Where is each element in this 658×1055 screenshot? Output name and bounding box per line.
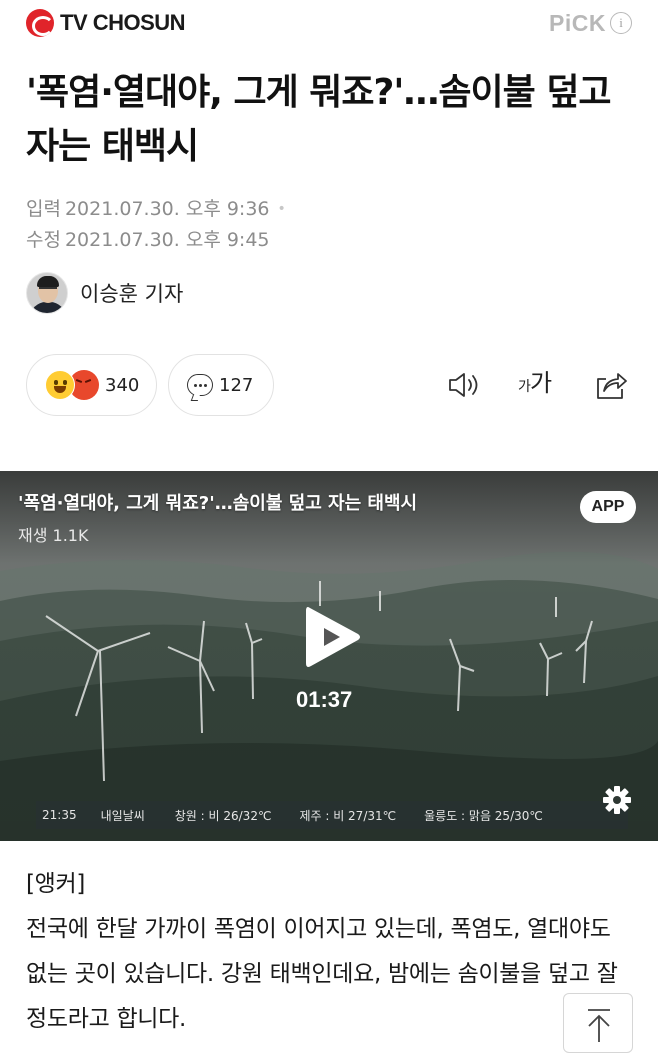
share-icon[interactable]: [594, 369, 628, 401]
smile-emoji-icon: [45, 370, 75, 400]
ticker-item: 제주 : 비 27/31℃: [299, 808, 397, 823]
reaction-button[interactable]: 340: [26, 354, 157, 416]
top-header: TV CHOSUN PiCK i: [0, 0, 658, 48]
tv-chosun-logo-icon: [26, 9, 54, 37]
modified-row: 수정 2021.07.30. 오후 9:45: [26, 225, 286, 256]
body-paragraph: 전국에 한달 가까이 폭염이 이어지고 있는데, 폭염도, 열대야도 없는 곳이…: [26, 916, 618, 1032]
comment-bubble-icon: [187, 374, 213, 396]
info-icon[interactable]: i: [610, 12, 632, 34]
published-row: 입력 2021.07.30. 오후 9:36 •: [26, 194, 286, 225]
video-views: 재생 1.1K: [18, 526, 89, 545]
font-small-glyph: 가: [518, 379, 531, 395]
ticker-label: 내일날씨: [100, 808, 145, 823]
article-body: [앵커] 전국에 한달 가까이 폭염이 이어지고 있는데, 폭염도, 열대야도 …: [26, 862, 638, 1042]
video-duration: 01:37: [296, 687, 353, 712]
reporter-info[interactable]: 이승훈 기자: [26, 272, 183, 314]
comment-count: 127: [219, 374, 254, 396]
separator-dot: •: [277, 201, 286, 217]
reporter-avatar: [26, 272, 68, 314]
anchor-tag: [앵커]: [26, 871, 86, 897]
scroll-top-button[interactable]: [563, 993, 633, 1053]
speaker-icon[interactable]: [447, 370, 483, 400]
ticker-item: 창원 : 비 26/32℃: [174, 808, 272, 823]
ticker-time: 21:35: [42, 808, 77, 822]
pick-label: PiCK: [549, 10, 606, 36]
gear-icon[interactable]: [600, 783, 634, 817]
comment-button[interactable]: 127: [168, 354, 274, 416]
font-big-glyph: 가: [530, 369, 553, 397]
published-date: 2021.07.30. 오후 9:36: [64, 198, 270, 220]
article-action-bar: 340 127 가 가: [26, 354, 632, 416]
brand-name: TV CHOSUN: [60, 10, 186, 35]
font-size-icon[interactable]: 가 가: [516, 368, 560, 402]
modified-label: 수정: [26, 229, 61, 251]
video-player[interactable]: '폭염·열대야, 그게 뭐죠?'…솜이불 덮고 자는 태백시 재생 1.1K A…: [0, 471, 658, 841]
reporter-name: 이승훈 기자: [80, 282, 184, 306]
brand-logo[interactable]: TV CHOSUN: [26, 9, 186, 37]
video-title: '폭염·열대야, 그게 뭐죠?'…솜이불 덮고 자는 태백시: [18, 493, 418, 514]
app-badge-button[interactable]: APP: [580, 491, 636, 523]
published-label: 입력: [26, 198, 61, 220]
play-icon[interactable]: [300, 602, 364, 672]
arrow-up-icon: [588, 1009, 610, 1042]
modified-date: 2021.07.30. 오후 9:45: [64, 229, 270, 251]
article-dates: 입력 2021.07.30. 오후 9:36 • 수정 2021.07.30. …: [26, 194, 286, 256]
article-title: '폭염·열대야, 그게 뭐죠?'…솜이불 덮고 자는 태백시: [26, 72, 612, 167]
reaction-count: 340: [105, 374, 140, 396]
ticker-item: 울릉도 : 맑음 25/30℃: [424, 808, 543, 823]
weather-ticker: 21:35 내일날씨 창원 : 비 26/32℃ 제주 : 비 27/31℃ 울…: [36, 801, 628, 829]
